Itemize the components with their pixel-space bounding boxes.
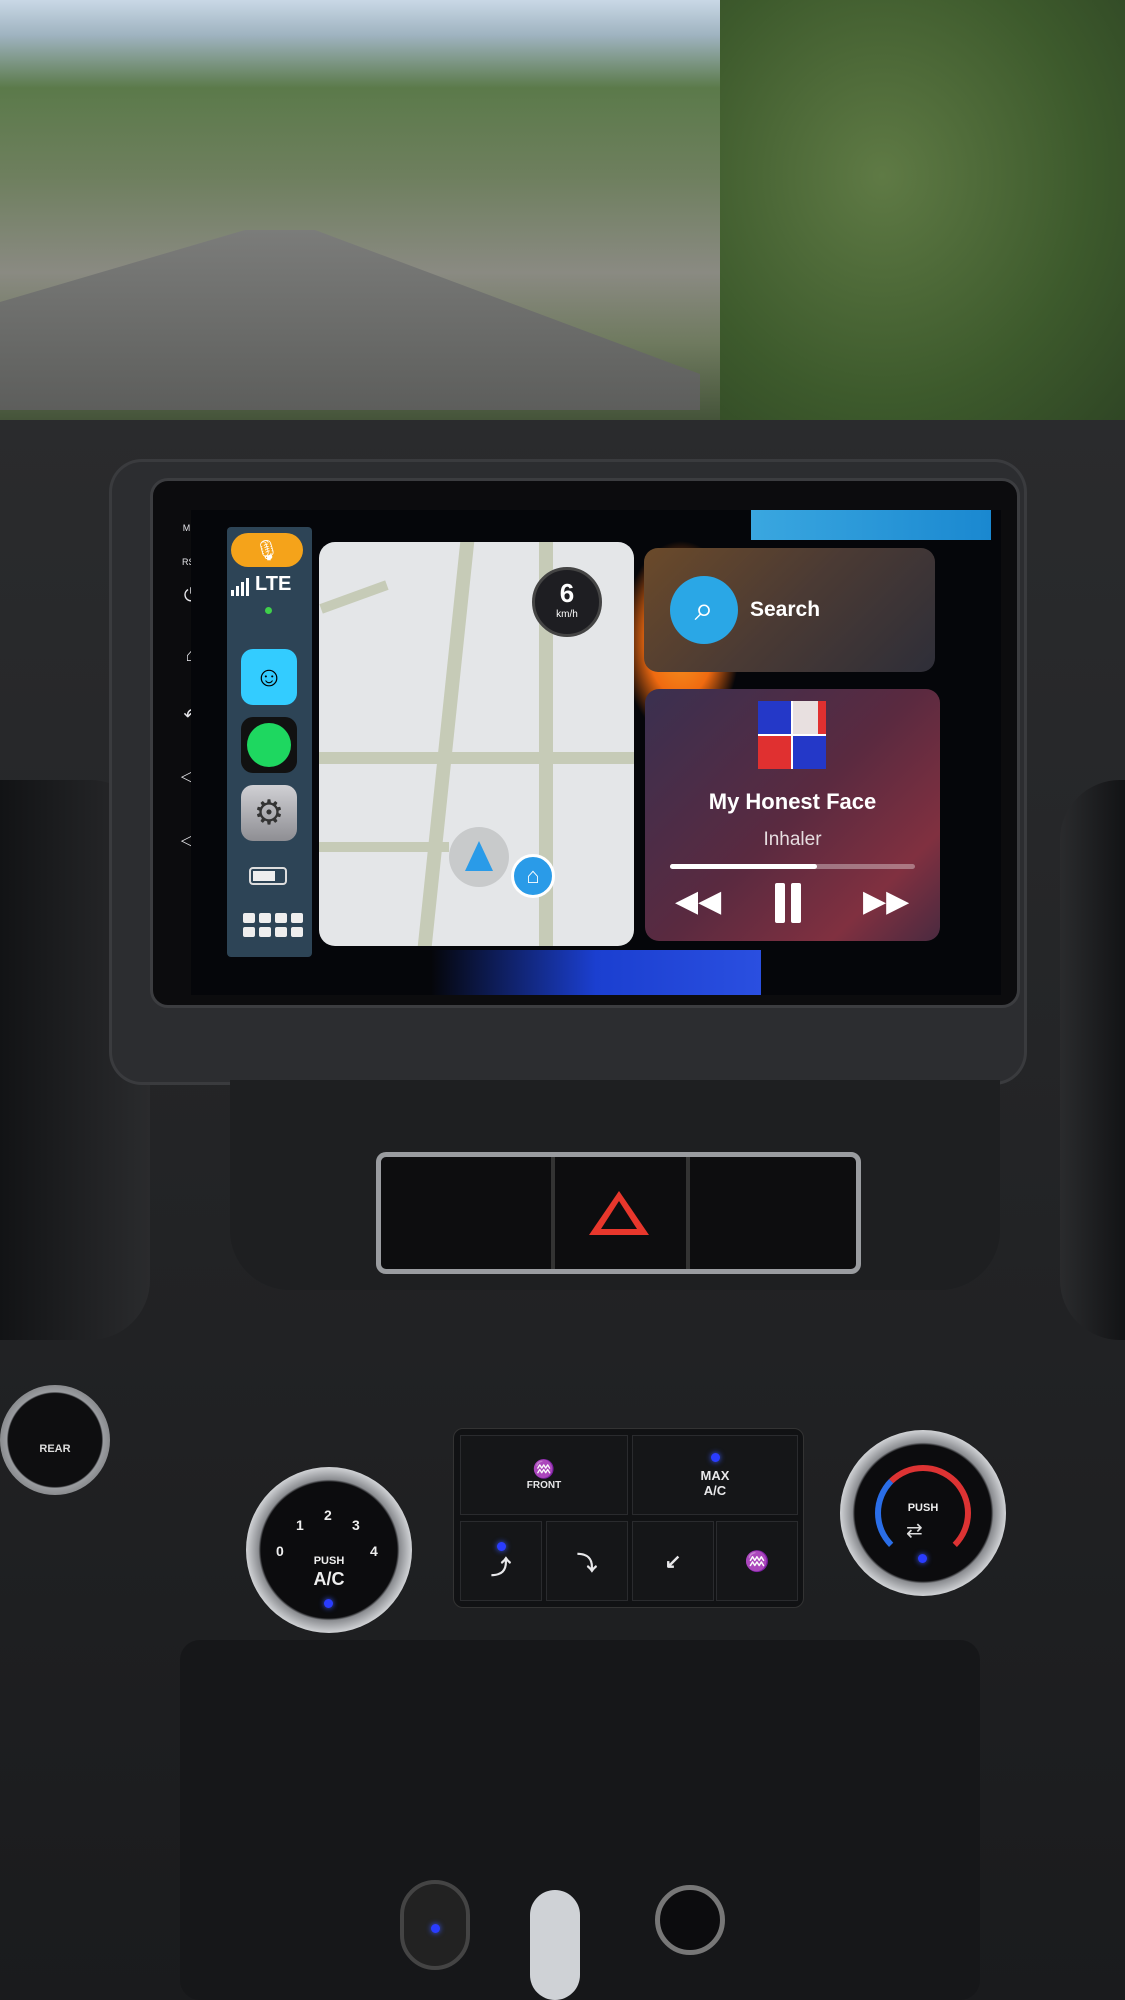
vent-face-button[interactable]: ⤴	[460, 1521, 542, 1601]
vent-bilevel-button[interactable]: ⤵	[546, 1521, 628, 1601]
fan-speed-knob[interactable]: PUSH A/C 0 1 2 3 4	[246, 1467, 412, 1633]
map-street	[319, 842, 449, 852]
max-ac-indicator-led	[710, 1452, 720, 1462]
max-ac-button[interactable]: MAX A/C	[632, 1435, 798, 1515]
waze-map-card[interactable]: 6 km/h ⌂	[319, 542, 634, 946]
track-artist: Inhaler	[763, 829, 822, 850]
speed-unit: km/h	[556, 609, 578, 620]
fast-forward-icon[interactable]: ▶▶	[863, 884, 909, 919]
front-label: FRONT	[526, 1480, 562, 1491]
recirculation-indicator-led	[918, 1554, 927, 1563]
network-label: LTE	[255, 573, 292, 595]
app-grid-icon[interactable]	[243, 913, 303, 937]
max-label: MAX	[700, 1467, 730, 1483]
fan-level: 0	[276, 1543, 284, 1559]
settings-icon: ⚙	[253, 794, 285, 832]
map-street	[319, 580, 389, 614]
vent-indicator-led	[496, 1542, 506, 1551]
vent-floor-defrost-button[interactable]: ♒	[716, 1521, 798, 1601]
aux-port	[400, 1880, 470, 1970]
album-art	[758, 701, 826, 769]
ac-indicator-led	[324, 1599, 333, 1608]
cable	[530, 1890, 580, 2000]
front-defrost-button[interactable]: ♒ FRONT	[460, 1435, 628, 1515]
search-label: Search	[750, 598, 821, 621]
spotify-app-icon[interactable]	[241, 717, 297, 773]
speedometer: 6 km/h	[532, 567, 602, 637]
front-defrost-icon: ♒	[532, 1459, 556, 1479]
now-playing-card[interactable]: My Honest Face Inhaler ◀◀ ▶▶	[645, 689, 940, 941]
wallpaper-glow	[431, 950, 761, 995]
push-label: PUSH	[907, 1502, 939, 1514]
fan-level: 2	[324, 1507, 332, 1523]
track-title: My Honest Face	[708, 789, 877, 814]
search-icon: ⌕	[670, 576, 738, 644]
ac-label: A/C	[703, 1482, 727, 1498]
vent-floor-icon: ↙	[664, 1550, 682, 1573]
rear-label: REAR	[39, 1443, 71, 1455]
search-card[interactable]: ⌕ Search	[644, 548, 935, 672]
ac-label: A/C	[313, 1569, 345, 1589]
fan-level: 1	[296, 1517, 304, 1533]
wallpaper-glow	[751, 510, 991, 540]
rewind-icon[interactable]: ◀◀	[675, 884, 721, 919]
vent-floor-button[interactable]: ↙	[632, 1521, 714, 1601]
microphone-icon: 🎙	[254, 539, 280, 562]
center-console	[180, 1640, 980, 2000]
battery-icon	[249, 867, 287, 885]
right-air-vent	[1060, 780, 1125, 1340]
hazard-switch-panel	[376, 1152, 861, 1274]
spotify-icon	[247, 723, 291, 767]
vent-floor-defrost-icon: ♒	[744, 1550, 770, 1573]
trees	[720, 0, 1125, 440]
vent-face-icon: ⤴	[491, 1557, 511, 1579]
pause-icon[interactable]	[775, 883, 805, 923]
fan-level: 4	[370, 1543, 378, 1559]
home-pin-icon[interactable]: ⌂	[511, 854, 555, 898]
waze-icon: ☺	[254, 661, 284, 692]
vent-bilevel-icon: ⤵	[577, 1552, 597, 1575]
climate-control-panel: ♒ FRONT MAX A/C ⤴ ⤵ ↙ ♒	[453, 1428, 804, 1608]
push-label: PUSH	[313, 1555, 345, 1567]
map-street	[417, 542, 475, 946]
signal-icon	[231, 578, 249, 596]
siri-button[interactable]: 🎙	[231, 533, 303, 567]
fan-level: 3	[352, 1517, 360, 1533]
speed-value: 6	[559, 578, 575, 608]
navigation-arrow-icon	[465, 841, 493, 871]
rear-defrost-button[interactable]: REAR	[0, 1385, 110, 1495]
map-street	[319, 752, 634, 764]
recirculation-icon: ⇄	[906, 1520, 923, 1542]
activity-dot	[265, 607, 272, 614]
temperature-knob[interactable]: PUSH ⇄	[840, 1430, 1006, 1596]
playback-progress[interactable]	[670, 864, 915, 869]
power-outlet	[655, 1885, 725, 1955]
current-location	[449, 827, 509, 887]
status-bar: LTE	[231, 573, 291, 596]
waze-app-icon[interactable]: ☺	[241, 649, 297, 705]
carplay-dock: 🎙 LTE ☺ ⚙	[227, 527, 312, 957]
hazard-button-icon[interactable]	[589, 1191, 649, 1235]
settings-app-icon[interactable]: ⚙	[241, 785, 297, 841]
